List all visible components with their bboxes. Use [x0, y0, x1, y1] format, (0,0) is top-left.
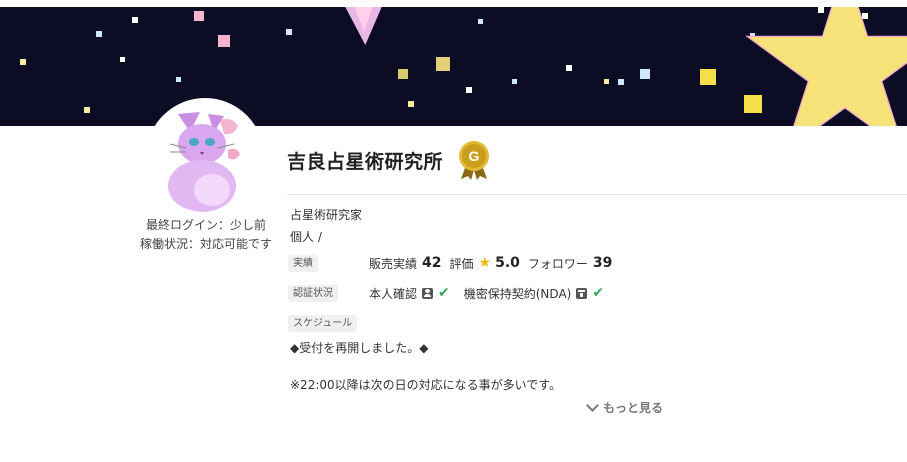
id-card-icon [422, 287, 434, 299]
confetti-piece [84, 107, 90, 113]
achievements-tag: 実績 [288, 255, 318, 272]
show-more-button[interactable]: もっと見る [586, 399, 663, 416]
header-divider [287, 194, 907, 195]
availability-text: 稼働状況：対応可能です [139, 237, 272, 251]
sales-value: 42 [422, 255, 442, 271]
schedule-tag: スケジュール [288, 315, 358, 332]
badge-letter: G [469, 148, 480, 164]
nda-document-icon [576, 287, 588, 299]
avatar[interactable] [146, 98, 264, 216]
identity-check-icon: ✔ [438, 285, 450, 301]
profile-meta: 最終ログイン：少し前 稼働状況：対応可能です [126, 216, 286, 254]
confetti-piece [194, 11, 204, 21]
confetti-piece [862, 13, 868, 19]
confetti-piece [436, 57, 450, 71]
confetti-piece [604, 79, 609, 84]
confetti-piece [512, 79, 517, 84]
confetti-piece [120, 57, 125, 62]
confetti-piece [640, 69, 650, 79]
seller-name-row: 吉良占星術研究所 G [287, 140, 491, 180]
confetti-piece [566, 65, 572, 71]
rating-label: 評価 [449, 256, 474, 271]
confetti-piece [478, 19, 483, 24]
show-more-label: もっと見る [603, 401, 664, 415]
confetti-piece [700, 69, 716, 85]
confetti-piece [286, 29, 292, 35]
confetti-piece [218, 35, 230, 47]
identity-verification-label: 本人確認 [369, 286, 418, 301]
confetti-piece [466, 87, 472, 93]
star-icon: ★ [478, 255, 492, 271]
gold-rank-badge-icon[interactable]: G [457, 140, 491, 180]
followers-label: フォロワー [527, 256, 588, 271]
confetti-piece [132, 17, 138, 23]
verification-row: 本人確認 ✔ 機密保持契約(NDA) ✔ [369, 283, 604, 303]
achievements-row: 販売実績 42 評価 ★ 5.0 フォロワー 39 [369, 253, 620, 273]
sales-label: 販売実績 [369, 256, 418, 271]
schedule-text-line1: ◆受付を再開しました。◆ [290, 341, 429, 355]
confetti-piece [408, 101, 414, 107]
confetti-piece [20, 59, 26, 65]
followers-value[interactable]: 39 [593, 255, 612, 271]
rating-value[interactable]: 5.0 [495, 255, 520, 271]
profile-banner [0, 7, 907, 126]
confetti-piece [618, 79, 624, 85]
confetti-piece [96, 31, 102, 37]
occupation-text: 占星術研究家 [290, 208, 363, 222]
schedule-text-line2: ※22:00以降は次の日の対応になる事が多いです。 [290, 378, 562, 392]
seller-name[interactable]: 吉良占星術研究所 [287, 147, 443, 174]
confetti-piece [744, 95, 762, 113]
chevron-down-icon [586, 399, 599, 412]
confetti-piece [176, 77, 181, 82]
entity-type-text: 個人 / [290, 230, 322, 244]
last-login-text: 最終ログイン：少し前 [145, 218, 266, 232]
nda-label: 機密保持契約(NDA) [463, 286, 572, 301]
confetti-piece [398, 69, 408, 79]
confetti-piece [818, 7, 824, 13]
nda-check-icon: ✔ [592, 285, 605, 301]
cat-avatar-icon [150, 102, 260, 212]
verification-tag: 認証状況 [288, 285, 338, 302]
